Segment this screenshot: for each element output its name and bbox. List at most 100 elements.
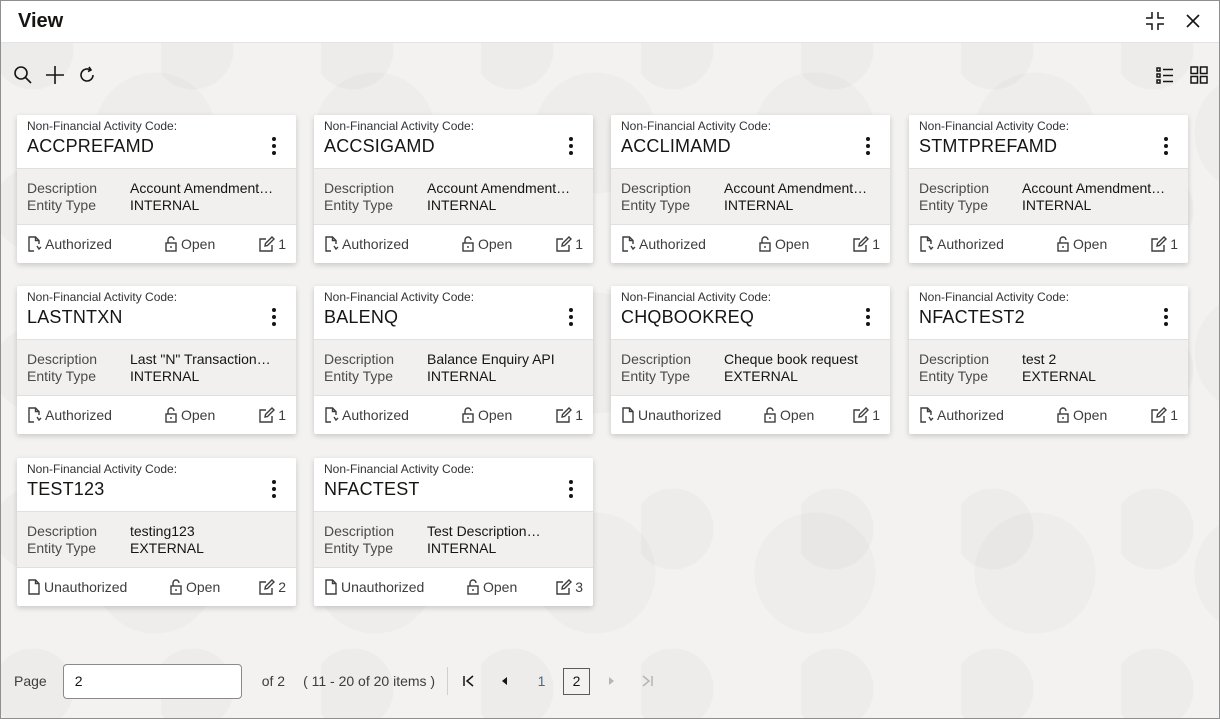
page-input[interactable] bbox=[62, 663, 242, 699]
authorization-status[interactable]: Authorized bbox=[27, 236, 112, 252]
page-label: Page bbox=[14, 673, 47, 689]
search-button[interactable] bbox=[11, 63, 35, 87]
edit-icon bbox=[556, 236, 573, 252]
activity-card[interactable]: Non-Financial Activity Code: CHQBOOKREQ De… bbox=[611, 286, 890, 434]
activity-code: NFACTEST bbox=[324, 479, 420, 499]
entity-type-value: INTERNAL bbox=[427, 368, 497, 384]
activity-card[interactable]: Non-Financial Activity Code: NFACTEST Desc… bbox=[314, 458, 593, 606]
modification-number[interactable]: 1 bbox=[1151, 407, 1178, 423]
record-status[interactable]: Open bbox=[758, 236, 809, 252]
modification-number[interactable]: 1 bbox=[556, 407, 583, 423]
authorization-status[interactable]: Authorized bbox=[919, 236, 1004, 252]
modification-number[interactable]: 2 bbox=[259, 579, 286, 595]
entity-type-row: Entity Type INTERNAL bbox=[324, 540, 583, 557]
entity-type-row: Entity Type INTERNAL bbox=[324, 368, 583, 385]
entity-type-label: Entity Type bbox=[621, 197, 691, 213]
first-page-button[interactable] bbox=[456, 668, 482, 694]
card-footer: Authorized Open 1 bbox=[909, 396, 1188, 434]
record-status[interactable]: Open bbox=[1056, 236, 1107, 252]
activity-card[interactable]: Non-Financial Activity Code: LASTNTXN Desc… bbox=[17, 286, 296, 434]
authorization-status[interactable]: Authorized bbox=[324, 236, 409, 252]
activity-card[interactable]: Non-Financial Activity Code: BALENQ Descri… bbox=[314, 286, 593, 434]
modification-number[interactable]: 1 bbox=[853, 236, 880, 252]
modification-number-value: 1 bbox=[872, 407, 880, 423]
modification-number-value: 1 bbox=[575, 407, 583, 423]
activity-card[interactable]: Non-Financial Activity Code: NFACTEST2 Des… bbox=[909, 286, 1188, 434]
authorization-status[interactable]: Authorized bbox=[324, 407, 409, 423]
record-status[interactable]: Open bbox=[461, 407, 512, 423]
more-actions-button[interactable] bbox=[561, 135, 581, 157]
kebab-dot bbox=[569, 144, 573, 148]
last-page-button[interactable] bbox=[634, 668, 660, 694]
record-status[interactable]: Open bbox=[461, 236, 512, 252]
more-actions-button[interactable] bbox=[561, 478, 581, 500]
next-page-button[interactable] bbox=[598, 668, 624, 694]
previous-page-icon bbox=[502, 677, 508, 685]
record-status[interactable]: Open bbox=[763, 407, 814, 423]
description-label: Description bbox=[919, 180, 990, 196]
more-actions-button[interactable] bbox=[264, 306, 284, 328]
window-title: View bbox=[18, 10, 64, 32]
modification-number[interactable]: 1 bbox=[853, 407, 880, 423]
record-status-label: Open bbox=[780, 407, 815, 423]
modification-number[interactable]: 1 bbox=[556, 236, 583, 252]
list-view-button[interactable] bbox=[1153, 63, 1177, 87]
activity-card[interactable]: Non-Financial Activity Code: ACCSIGAMD Des… bbox=[314, 115, 593, 263]
unlock-icon bbox=[1057, 236, 1069, 252]
description-value: Last "N" Transaction… bbox=[130, 351, 271, 367]
view-window: View Non-Financial Activity Code: ACCPRE… bbox=[0, 0, 1220, 719]
record-status[interactable]: Open bbox=[466, 579, 517, 595]
authorization-status[interactable]: Unauthorized bbox=[621, 407, 721, 423]
more-actions-button[interactable] bbox=[264, 478, 284, 500]
unlock-icon bbox=[759, 236, 771, 252]
kebab-dot bbox=[1164, 144, 1168, 148]
entity-type-value: INTERNAL bbox=[427, 540, 497, 556]
authorization-status[interactable]: Authorized bbox=[621, 236, 706, 252]
modification-number-value: 1 bbox=[278, 407, 286, 423]
authorization-status[interactable]: Authorized bbox=[919, 407, 1004, 423]
modification-number[interactable]: 3 bbox=[556, 579, 583, 595]
record-status[interactable]: Open bbox=[164, 236, 215, 252]
description-row: Description Last "N" Transaction… bbox=[27, 351, 286, 368]
activity-card[interactable]: Non-Financial Activity Code: ACCPREFAMD De… bbox=[17, 115, 296, 263]
modification-number[interactable]: 1 bbox=[259, 236, 286, 252]
authorization-status-label: Unauthorized bbox=[341, 579, 425, 595]
modification-number[interactable]: 1 bbox=[259, 407, 286, 423]
authorization-status[interactable]: Unauthorized bbox=[27, 579, 127, 595]
minimize-window-button[interactable] bbox=[1143, 9, 1167, 33]
authorization-status-label: Authorized bbox=[342, 407, 409, 423]
page-number-1[interactable]: 1 bbox=[528, 668, 555, 695]
more-actions-button[interactable] bbox=[1156, 135, 1176, 157]
modification-number-value: 2 bbox=[278, 579, 286, 595]
refresh-button[interactable] bbox=[75, 63, 99, 87]
document-icon bbox=[325, 579, 337, 595]
more-actions-button[interactable] bbox=[561, 306, 581, 328]
record-status[interactable]: Open bbox=[1056, 407, 1107, 423]
activity-card[interactable]: Non-Financial Activity Code: ACCLIMAMD Des… bbox=[611, 115, 890, 263]
more-actions-button[interactable] bbox=[858, 135, 878, 157]
entity-type-row: Entity Type INTERNAL bbox=[621, 197, 880, 214]
description-value: Cheque book request bbox=[724, 351, 858, 367]
grid-view-button[interactable] bbox=[1187, 63, 1211, 87]
authorized-document-icon bbox=[325, 236, 339, 252]
record-status[interactable]: Open bbox=[169, 579, 220, 595]
activity-card[interactable]: Non-Financial Activity Code: STMTPREFAMD D… bbox=[909, 115, 1188, 263]
kebab-dot bbox=[272, 315, 276, 319]
modification-number[interactable]: 1 bbox=[1151, 236, 1178, 252]
record-status[interactable]: Open bbox=[164, 407, 215, 423]
modification-number-value: 1 bbox=[278, 236, 286, 252]
view-toggle bbox=[1153, 63, 1211, 87]
more-actions-button[interactable] bbox=[1156, 306, 1176, 328]
add-button[interactable] bbox=[43, 63, 67, 87]
code-label: Non-Financial Activity Code: bbox=[324, 462, 475, 476]
more-actions-button[interactable] bbox=[858, 306, 878, 328]
authorization-status[interactable]: Authorized bbox=[27, 407, 112, 423]
previous-page-button[interactable] bbox=[492, 668, 518, 694]
authorization-status[interactable]: Unauthorized bbox=[324, 579, 424, 595]
card-body: Description Account Amendment… Entity Type… bbox=[314, 169, 593, 225]
more-actions-button[interactable] bbox=[264, 135, 284, 157]
activity-card[interactable]: Non-Financial Activity Code: TEST123 Descr… bbox=[17, 458, 296, 606]
card-footer: Authorized Open 1 bbox=[17, 396, 296, 434]
close-window-button[interactable] bbox=[1181, 9, 1205, 33]
page-number-2[interactable]: 2 bbox=[563, 667, 591, 695]
